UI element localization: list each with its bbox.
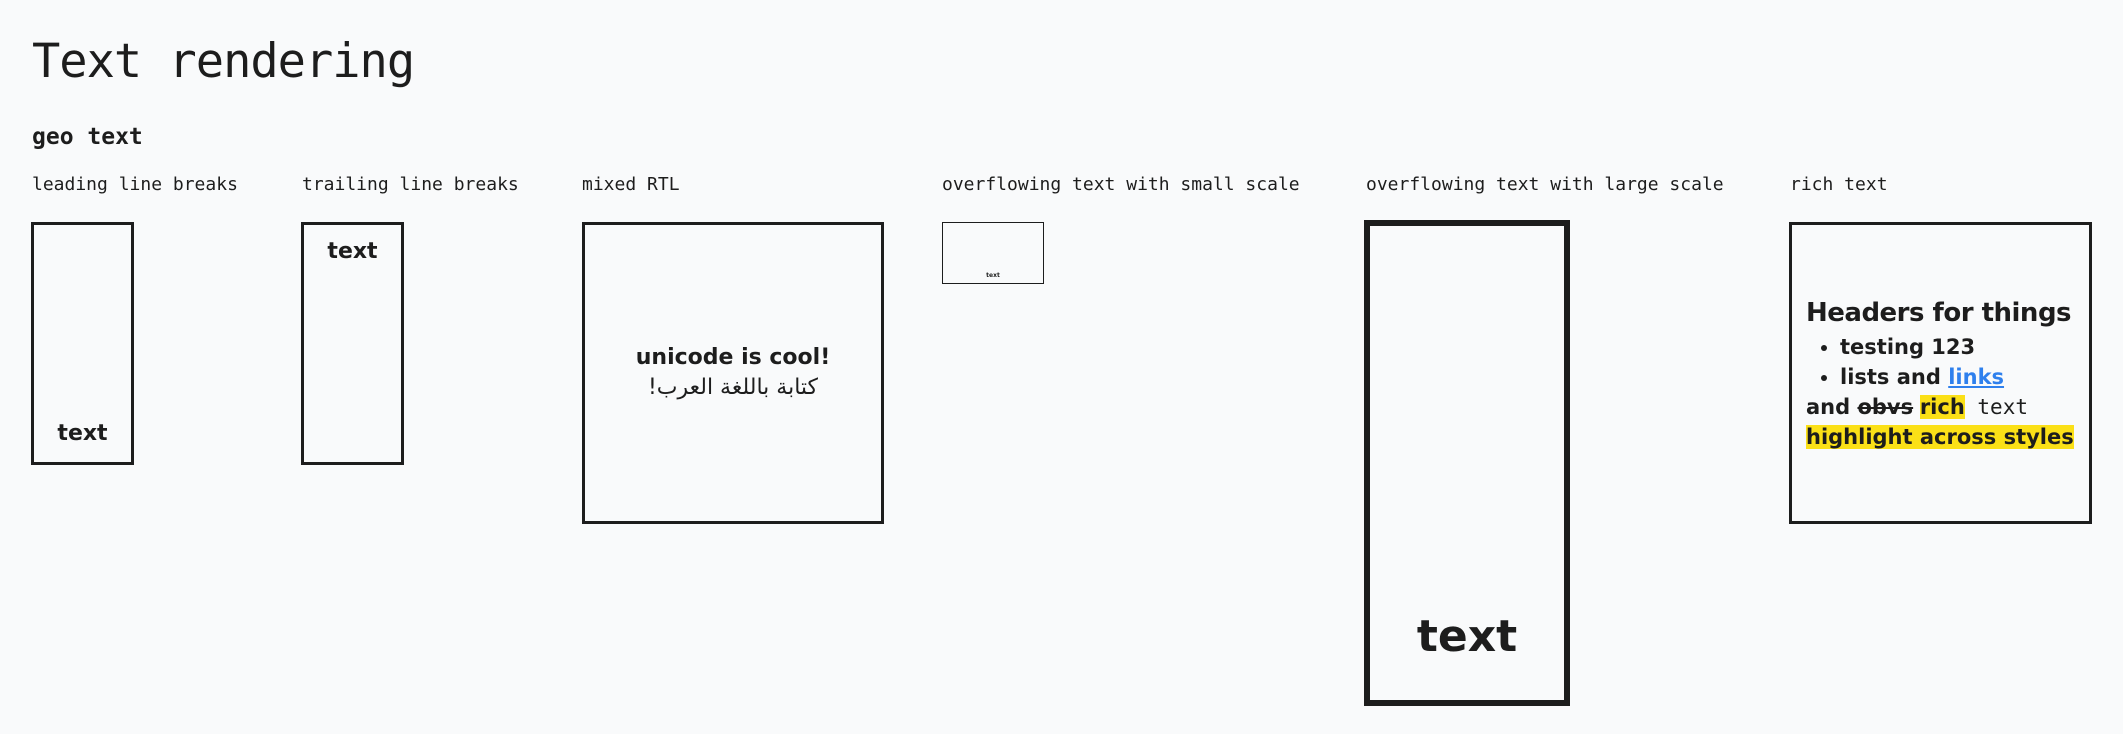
geo-shape-leading-line-breaks[interactable]: text — [31, 222, 134, 465]
geo-shape-large-scale[interactable]: text — [1364, 220, 1570, 706]
rich-text-header: Headers for things — [1806, 298, 2072, 328]
canvas: Text rendering geo text leading line bre… — [0, 0, 2123, 734]
rich-text-line: and obvs rich text — [1806, 392, 2074, 422]
rich-text-link[interactable]: links — [1948, 365, 2004, 389]
geo-shape-rich-text[interactable]: Headers for things testing 123 lists and… — [1789, 222, 2092, 524]
strikethrough-text: obvs — [1857, 395, 1914, 419]
label-large-scale: overflowing text with large scale — [1366, 174, 1724, 195]
label-rich-text: rich text — [1790, 174, 1888, 195]
section-title: geo text — [32, 124, 143, 150]
label-leading-line-breaks: leading line breaks — [32, 174, 238, 195]
shape-text: text — [57, 421, 108, 446]
list-item: testing 123 — [1840, 332, 2074, 362]
page-title: Text rendering — [32, 34, 415, 89]
list-item: lists and links — [1840, 362, 2074, 392]
label-small-scale: overflowing text with small scale — [942, 174, 1300, 195]
geo-shape-mixed-rtl[interactable]: unicode is cool! كتابة باللغة العرب! — [582, 222, 884, 524]
bold-text: and — [1806, 395, 1858, 419]
geo-shape-small-scale[interactable]: text — [942, 222, 1044, 284]
label-trailing-line-breaks: trailing line breaks — [302, 174, 519, 195]
label-mixed-rtl: mixed RTL — [582, 174, 680, 195]
shape-text-line-1: unicode is cool! — [635, 345, 831, 370]
shape-text-line-2-rtl: كتابة باللغة العرب! — [647, 375, 819, 400]
list-item-text: lists and — [1840, 365, 1949, 389]
geo-shape-trailing-line-breaks[interactable]: text — [301, 222, 404, 465]
code-text: text — [1964, 395, 2028, 419]
shape-text: text — [1416, 611, 1518, 662]
rich-text-content: Headers for things testing 123 lists and… — [1806, 294, 2074, 452]
highlighted-text: highlight across styles — [1806, 425, 2074, 449]
rich-text-list: testing 123 lists and links — [1806, 332, 2074, 392]
shape-text: text — [327, 239, 378, 264]
rich-text-highlight-line: highlight across styles — [1806, 422, 2074, 452]
shape-text: text — [986, 272, 1000, 279]
highlighted-text: rich — [1919, 395, 1965, 419]
